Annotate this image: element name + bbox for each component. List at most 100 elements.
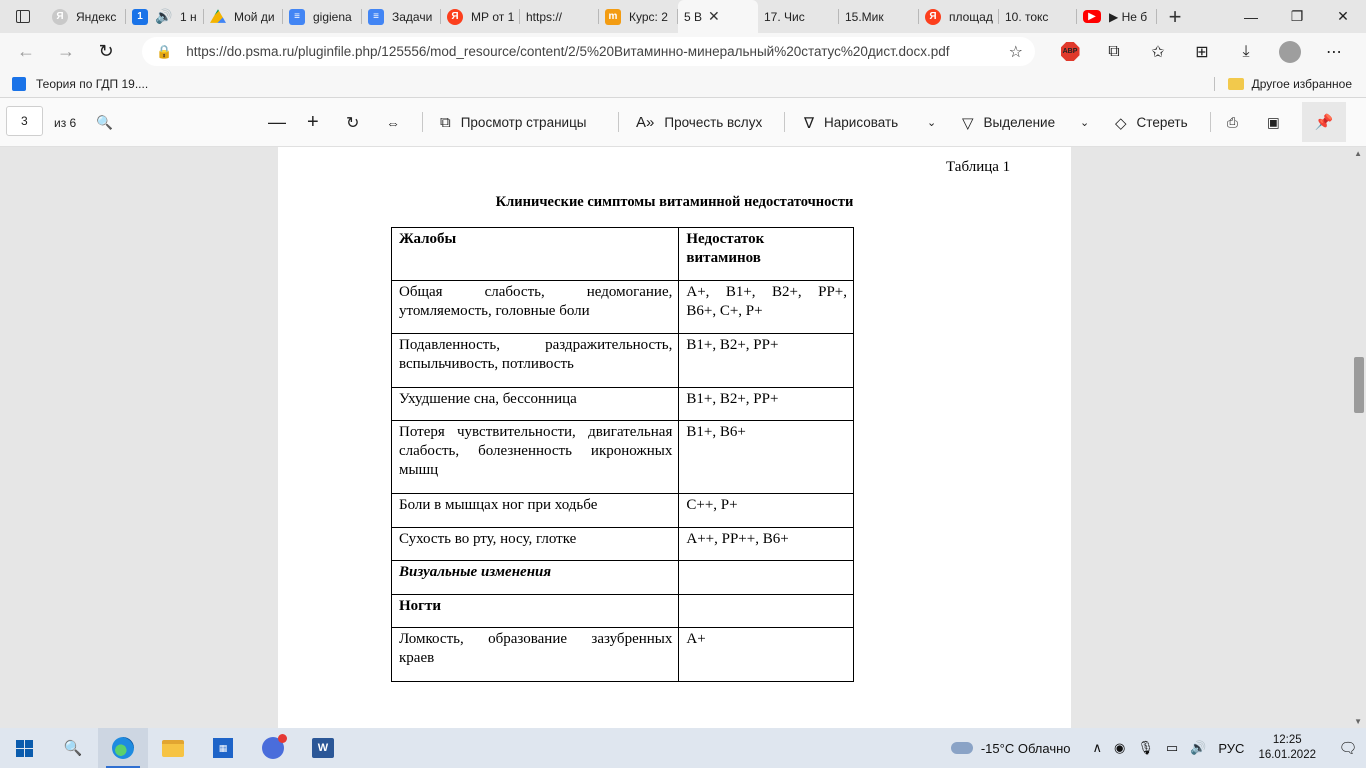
search-icon[interactable]: 🔍 <box>96 98 113 147</box>
settings-more-icon[interactable]: ⋯ <box>1312 33 1356 70</box>
taskbar-explorer[interactable] <box>148 728 198 768</box>
page-number-input[interactable]: 3 <box>6 106 43 136</box>
tab-gigiena[interactable]: ≡ gigiena <box>283 0 362 33</box>
close-tab-icon[interactable]: ✕ <box>708 8 720 25</box>
yandex-gray-icon: Я <box>52 8 68 25</box>
draw-button[interactable]: ∇ Нарисовать <box>804 98 898 147</box>
scroll-up-arrow-icon[interactable]: ▲ <box>1354 149 1362 158</box>
highlight-button[interactable]: ▽ Выделение <box>962 98 1055 147</box>
vitamin-cell: А+, В1+, В2+, РР+, В6+, С+, Р+ <box>678 280 854 334</box>
highlight-dropdown-chevron-icon[interactable]: ⌄ <box>1080 98 1089 147</box>
tab-10[interactable]: 10. токс <box>999 0 1077 33</box>
speaker-icon: 🔊 <box>155 8 173 24</box>
file-explorer-icon <box>162 739 184 757</box>
zoom-in-icon[interactable]: + <box>307 98 319 147</box>
save-icon[interactable]: ▣ <box>1267 98 1280 147</box>
page-view-button[interactable]: ⧉ Просмотр страницы <box>440 98 587 147</box>
taskbar-edge[interactable] <box>98 728 148 768</box>
clock[interactable]: 12:25 16.01.2022 <box>1258 733 1316 763</box>
volume-icon[interactable]: 🔊 <box>1190 740 1206 756</box>
read-aloud-button[interactable]: A» Прочесть вслух <box>636 98 762 147</box>
separator <box>1210 112 1211 132</box>
draw-icon: ∇ <box>804 114 815 132</box>
add-favorite-icon[interactable]: ☆ <box>1009 42 1023 62</box>
scroll-down-arrow-icon[interactable]: ▼ <box>1354 717 1362 726</box>
tab-https[interactable]: https:// <box>520 0 599 33</box>
pdf-viewport[interactable]: Таблица 1 Клинические симптомы витаминно… <box>0 147 1366 728</box>
favorite-item[interactable]: Теория по ГДП 19.... <box>0 76 148 91</box>
search-button[interactable]: 🔍 <box>48 728 98 768</box>
adblock-button[interactable]: ABP <box>1048 33 1092 70</box>
lock-icon[interactable]: 🔒 <box>156 44 172 60</box>
pin-toolbar-icon[interactable]: 📌 <box>1302 102 1346 142</box>
windows-logo-icon <box>15 739 33 757</box>
forward-button[interactable]: → <box>46 33 86 70</box>
show-hidden-icons-chevron-icon[interactable]: ∧ <box>1093 740 1103 756</box>
table-row: Подавленность, раздражительность, вспыльч… <box>390 333 854 388</box>
table-row: Ломкость, образование зазубренных краев А… <box>390 627 854 682</box>
start-button[interactable] <box>0 728 48 768</box>
zoom-out-icon[interactable]: — <box>268 98 286 147</box>
refresh-button[interactable]: ↻ <box>86 33 126 70</box>
tab-actions-icon <box>16 10 30 23</box>
tab-yandex[interactable]: Я Яндекс <box>46 0 126 33</box>
vitamin-deficiency-table: Жалобы Недостаток витаминов Общая слабост… <box>390 227 854 682</box>
fit-width-icon[interactable]: ⇔ <box>386 98 400 147</box>
vitamin-cell: В1+, В6+ <box>678 420 854 494</box>
separator <box>618 112 619 132</box>
taskbar-app[interactable] <box>248 728 298 768</box>
tab-audio[interactable]: 1 🔊 1 н <box>126 0 204 33</box>
draw-dropdown-chevron-icon[interactable]: ⌄ <box>927 98 936 147</box>
tab-strip: Я Яндекс 1 🔊 1 н Мой ди ≡ gigiena ≡ Задачи ЯМ… <box>0 0 1366 33</box>
tab-youtube[interactable]: ▶ ▶ Не б <box>1077 0 1157 33</box>
webcam-icon[interactable]: ◉ <box>1114 740 1125 756</box>
profile-avatar[interactable] <box>1279 40 1301 63</box>
tab-one-icon: 1 <box>132 8 148 25</box>
network-icon[interactable]: ▭ <box>1166 740 1178 756</box>
taskbar-store[interactable]: ▦ <box>198 728 248 768</box>
other-favorites[interactable]: Другое избранное <box>1213 70 1352 98</box>
tab-active-document[interactable]: 5 В ✕ <box>678 0 758 33</box>
tab-area[interactable]: Яплощад <box>919 0 999 33</box>
language-indicator[interactable]: РУС <box>1218 741 1244 756</box>
vertical-scrollbar-thumb[interactable] <box>1354 357 1364 413</box>
close-window-button[interactable]: ✕ <box>1320 0 1366 33</box>
restore-button[interactable]: ❐ <box>1274 0 1320 33</box>
extensions-icon[interactable]: ⧉ <box>1092 33 1136 70</box>
tab-actions-menu-button[interactable] <box>0 0 46 33</box>
erase-button[interactable]: ◇ Стереть <box>1115 98 1188 147</box>
tab-course[interactable]: m Курс: 2 <box>599 0 678 33</box>
adblock-icon: ABP <box>1060 42 1080 61</box>
highlight-icon: ▽ <box>962 114 974 132</box>
tab-tasks[interactable]: ≡ Задачи <box>362 0 441 33</box>
tabs-list: Я Яндекс 1 🔊 1 н Мой ди ≡ gigiena ≡ Задачи ЯМ… <box>46 0 1157 33</box>
symptom-cell: Ломкость, образование зазубренных краев <box>390 627 680 682</box>
vitamin-cell: В1+, В2+, РР+ <box>678 387 854 421</box>
moodle-icon: m <box>605 8 621 25</box>
favorites-icon[interactable]: ✩ <box>1136 33 1180 70</box>
notifications-icon[interactable]: 🗨 <box>1330 728 1366 768</box>
tab-15[interactable]: 15.Мик <box>839 0 919 33</box>
cloud-icon <box>950 742 973 754</box>
section-visual-changes: Визуальные изменения <box>390 560 680 595</box>
url-field[interactable]: 🔒 https://do.psma.ru/pluginfile.php/1255… <box>142 37 1035 66</box>
weather-widget[interactable]: -15°C Облачно <box>950 741 1071 756</box>
rotate-icon[interactable]: ↻ <box>346 98 359 147</box>
symptom-cell: Подавленность, раздражительность, вспыльч… <box>390 333 680 388</box>
tab-mr[interactable]: Я МР от 1 <box>441 0 520 33</box>
table-row: Общая слабость, недомогание, утомляемость… <box>390 280 854 334</box>
tab-17[interactable]: 17. Чис <box>758 0 839 33</box>
table-header-row: Жалобы Недостаток витаминов <box>390 227 854 281</box>
symptom-cell: Ухудшение сна, бессонница <box>390 387 680 421</box>
new-tab-button[interactable]: + <box>1157 4 1193 30</box>
taskbar-word[interactable]: W <box>298 728 348 768</box>
back-button[interactable]: ← <box>6 33 46 70</box>
table-row: Ухудшение сна, бессонница В1+, В2+, РР+ <box>390 387 854 421</box>
minimize-button[interactable]: — <box>1228 0 1274 33</box>
collections-icon[interactable]: ⊞ <box>1180 33 1224 70</box>
page-view-icon: ⧉ <box>440 114 451 131</box>
downloads-icon[interactable]: ⤓ <box>1224 33 1268 70</box>
tab-drive[interactable]: Мой ди <box>204 0 283 33</box>
microphone-icon[interactable]: 🎙 <box>1137 740 1154 756</box>
print-icon[interactable]: ⎙ <box>1227 98 1238 147</box>
